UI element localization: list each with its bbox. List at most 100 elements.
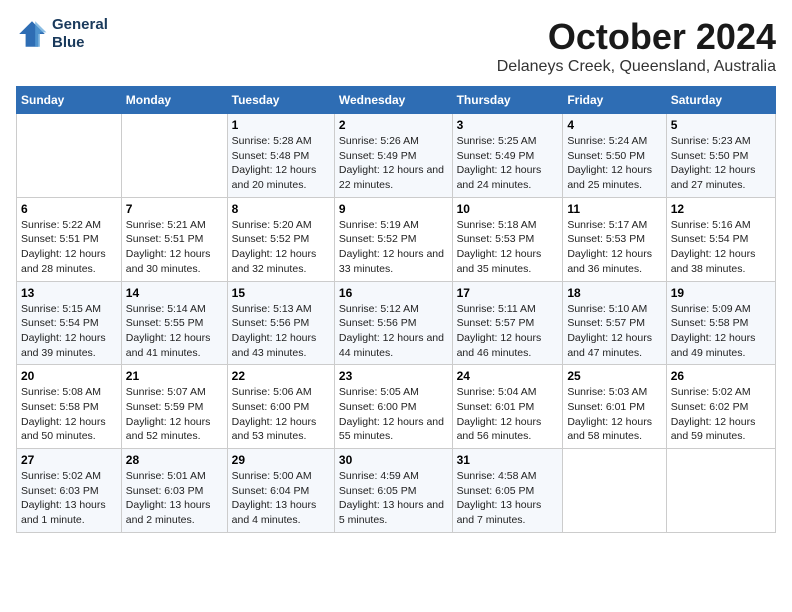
day-info: Sunrise: 5:06 AMSunset: 6:00 PMDaylight:…	[232, 386, 317, 442]
calendar-cell: 15 Sunrise: 5:13 AMSunset: 5:56 PMDaylig…	[227, 281, 334, 365]
calendar-week-5: 27 Sunrise: 5:02 AMSunset: 6:03 PMDaylig…	[17, 449, 776, 533]
day-number: 25	[567, 369, 661, 383]
calendar-cell	[563, 449, 666, 533]
day-number: 19	[671, 286, 771, 300]
weekday-header-monday: Monday	[121, 87, 227, 114]
logo-icon	[16, 18, 48, 50]
day-info: Sunrise: 5:02 AMSunset: 6:03 PMDaylight:…	[21, 470, 106, 526]
day-info: Sunrise: 5:04 AMSunset: 6:01 PMDaylight:…	[457, 386, 542, 442]
day-info: Sunrise: 5:26 AMSunset: 5:49 PMDaylight:…	[339, 135, 444, 191]
day-number: 23	[339, 369, 448, 383]
day-number: 15	[232, 286, 330, 300]
day-number: 17	[457, 286, 559, 300]
calendar-cell: 31 Sunrise: 4:58 AMSunset: 6:05 PMDaylig…	[452, 449, 563, 533]
weekday-header-sunday: Sunday	[17, 87, 122, 114]
calendar-cell: 26 Sunrise: 5:02 AMSunset: 6:02 PMDaylig…	[666, 365, 775, 449]
day-number: 26	[671, 369, 771, 383]
day-info: Sunrise: 5:15 AMSunset: 5:54 PMDaylight:…	[21, 303, 106, 359]
day-info: Sunrise: 5:16 AMSunset: 5:54 PMDaylight:…	[671, 219, 756, 275]
calendar-cell: 2 Sunrise: 5:26 AMSunset: 5:49 PMDayligh…	[334, 114, 452, 198]
day-info: Sunrise: 5:10 AMSunset: 5:57 PMDaylight:…	[567, 303, 652, 359]
calendar-cell: 22 Sunrise: 5:06 AMSunset: 6:00 PMDaylig…	[227, 365, 334, 449]
calendar-cell: 23 Sunrise: 5:05 AMSunset: 6:00 PMDaylig…	[334, 365, 452, 449]
calendar-cell: 7 Sunrise: 5:21 AMSunset: 5:51 PMDayligh…	[121, 197, 227, 281]
day-info: Sunrise: 5:23 AMSunset: 5:50 PMDaylight:…	[671, 135, 756, 191]
day-number: 20	[21, 369, 117, 383]
calendar-cell	[17, 114, 122, 198]
calendar-table: SundayMondayTuesdayWednesdayThursdayFrid…	[16, 86, 776, 533]
day-number: 11	[567, 202, 661, 216]
calendar-cell: 17 Sunrise: 5:11 AMSunset: 5:57 PMDaylig…	[452, 281, 563, 365]
day-info: Sunrise: 5:20 AMSunset: 5:52 PMDaylight:…	[232, 219, 317, 275]
calendar-cell: 9 Sunrise: 5:19 AMSunset: 5:52 PMDayligh…	[334, 197, 452, 281]
day-info: Sunrise: 5:28 AMSunset: 5:48 PMDaylight:…	[232, 135, 317, 191]
day-info: Sunrise: 5:18 AMSunset: 5:53 PMDaylight:…	[457, 219, 542, 275]
day-number: 4	[567, 118, 661, 132]
calendar-cell: 25 Sunrise: 5:03 AMSunset: 6:01 PMDaylig…	[563, 365, 666, 449]
day-number: 31	[457, 453, 559, 467]
day-number: 5	[671, 118, 771, 132]
day-info: Sunrise: 5:12 AMSunset: 5:56 PMDaylight:…	[339, 303, 444, 359]
day-info: Sunrise: 5:00 AMSunset: 6:04 PMDaylight:…	[232, 470, 317, 526]
day-info: Sunrise: 5:21 AMSunset: 5:51 PMDaylight:…	[126, 219, 211, 275]
day-info: Sunrise: 4:58 AMSunset: 6:05 PMDaylight:…	[457, 470, 542, 526]
day-number: 13	[21, 286, 117, 300]
day-info: Sunrise: 5:17 AMSunset: 5:53 PMDaylight:…	[567, 219, 652, 275]
logo: General Blue	[16, 16, 108, 52]
calendar-cell: 1 Sunrise: 5:28 AMSunset: 5:48 PMDayligh…	[227, 114, 334, 198]
day-number: 28	[126, 453, 223, 467]
main-title: October 2024	[497, 16, 776, 58]
calendar-cell	[121, 114, 227, 198]
weekday-header-thursday: Thursday	[452, 87, 563, 114]
day-number: 6	[21, 202, 117, 216]
calendar-cell: 27 Sunrise: 5:02 AMSunset: 6:03 PMDaylig…	[17, 449, 122, 533]
day-number: 8	[232, 202, 330, 216]
day-info: Sunrise: 5:02 AMSunset: 6:02 PMDaylight:…	[671, 386, 756, 442]
day-info: Sunrise: 5:01 AMSunset: 6:03 PMDaylight:…	[126, 470, 211, 526]
day-info: Sunrise: 5:19 AMSunset: 5:52 PMDaylight:…	[339, 219, 444, 275]
calendar-cell: 5 Sunrise: 5:23 AMSunset: 5:50 PMDayligh…	[666, 114, 775, 198]
calendar-cell: 21 Sunrise: 5:07 AMSunset: 5:59 PMDaylig…	[121, 365, 227, 449]
day-number: 30	[339, 453, 448, 467]
subtitle: Delaneys Creek, Queensland, Australia	[497, 58, 776, 76]
day-number: 22	[232, 369, 330, 383]
day-info: Sunrise: 5:25 AMSunset: 5:49 PMDaylight:…	[457, 135, 542, 191]
calendar-week-1: 1 Sunrise: 5:28 AMSunset: 5:48 PMDayligh…	[17, 114, 776, 198]
day-number: 7	[126, 202, 223, 216]
day-number: 24	[457, 369, 559, 383]
weekday-header-wednesday: Wednesday	[334, 87, 452, 114]
calendar-week-3: 13 Sunrise: 5:15 AMSunset: 5:54 PMDaylig…	[17, 281, 776, 365]
calendar-cell: 10 Sunrise: 5:18 AMSunset: 5:53 PMDaylig…	[452, 197, 563, 281]
day-number: 9	[339, 202, 448, 216]
day-number: 14	[126, 286, 223, 300]
calendar-cell: 18 Sunrise: 5:10 AMSunset: 5:57 PMDaylig…	[563, 281, 666, 365]
weekday-header-saturday: Saturday	[666, 87, 775, 114]
logo-text: General Blue	[52, 16, 108, 52]
day-number: 21	[126, 369, 223, 383]
day-info: Sunrise: 5:24 AMSunset: 5:50 PMDaylight:…	[567, 135, 652, 191]
day-number: 18	[567, 286, 661, 300]
calendar-cell: 19 Sunrise: 5:09 AMSunset: 5:58 PMDaylig…	[666, 281, 775, 365]
weekday-header-tuesday: Tuesday	[227, 87, 334, 114]
calendar-cell: 13 Sunrise: 5:15 AMSunset: 5:54 PMDaylig…	[17, 281, 122, 365]
calendar-cell: 30 Sunrise: 4:59 AMSunset: 6:05 PMDaylig…	[334, 449, 452, 533]
day-info: Sunrise: 5:14 AMSunset: 5:55 PMDaylight:…	[126, 303, 211, 359]
day-number: 3	[457, 118, 559, 132]
calendar-cell: 3 Sunrise: 5:25 AMSunset: 5:49 PMDayligh…	[452, 114, 563, 198]
day-info: Sunrise: 5:22 AMSunset: 5:51 PMDaylight:…	[21, 219, 106, 275]
calendar-cell: 20 Sunrise: 5:08 AMSunset: 5:58 PMDaylig…	[17, 365, 122, 449]
calendar-cell: 12 Sunrise: 5:16 AMSunset: 5:54 PMDaylig…	[666, 197, 775, 281]
calendar-cell: 8 Sunrise: 5:20 AMSunset: 5:52 PMDayligh…	[227, 197, 334, 281]
day-number: 2	[339, 118, 448, 132]
calendar-cell: 11 Sunrise: 5:17 AMSunset: 5:53 PMDaylig…	[563, 197, 666, 281]
calendar-week-2: 6 Sunrise: 5:22 AMSunset: 5:51 PMDayligh…	[17, 197, 776, 281]
calendar-cell: 16 Sunrise: 5:12 AMSunset: 5:56 PMDaylig…	[334, 281, 452, 365]
calendar-cell: 24 Sunrise: 5:04 AMSunset: 6:01 PMDaylig…	[452, 365, 563, 449]
weekday-header-friday: Friday	[563, 87, 666, 114]
day-info: Sunrise: 5:08 AMSunset: 5:58 PMDaylight:…	[21, 386, 106, 442]
day-info: Sunrise: 5:11 AMSunset: 5:57 PMDaylight:…	[457, 303, 542, 359]
day-number: 10	[457, 202, 559, 216]
calendar-cell: 28 Sunrise: 5:01 AMSunset: 6:03 PMDaylig…	[121, 449, 227, 533]
day-number: 27	[21, 453, 117, 467]
day-number: 16	[339, 286, 448, 300]
